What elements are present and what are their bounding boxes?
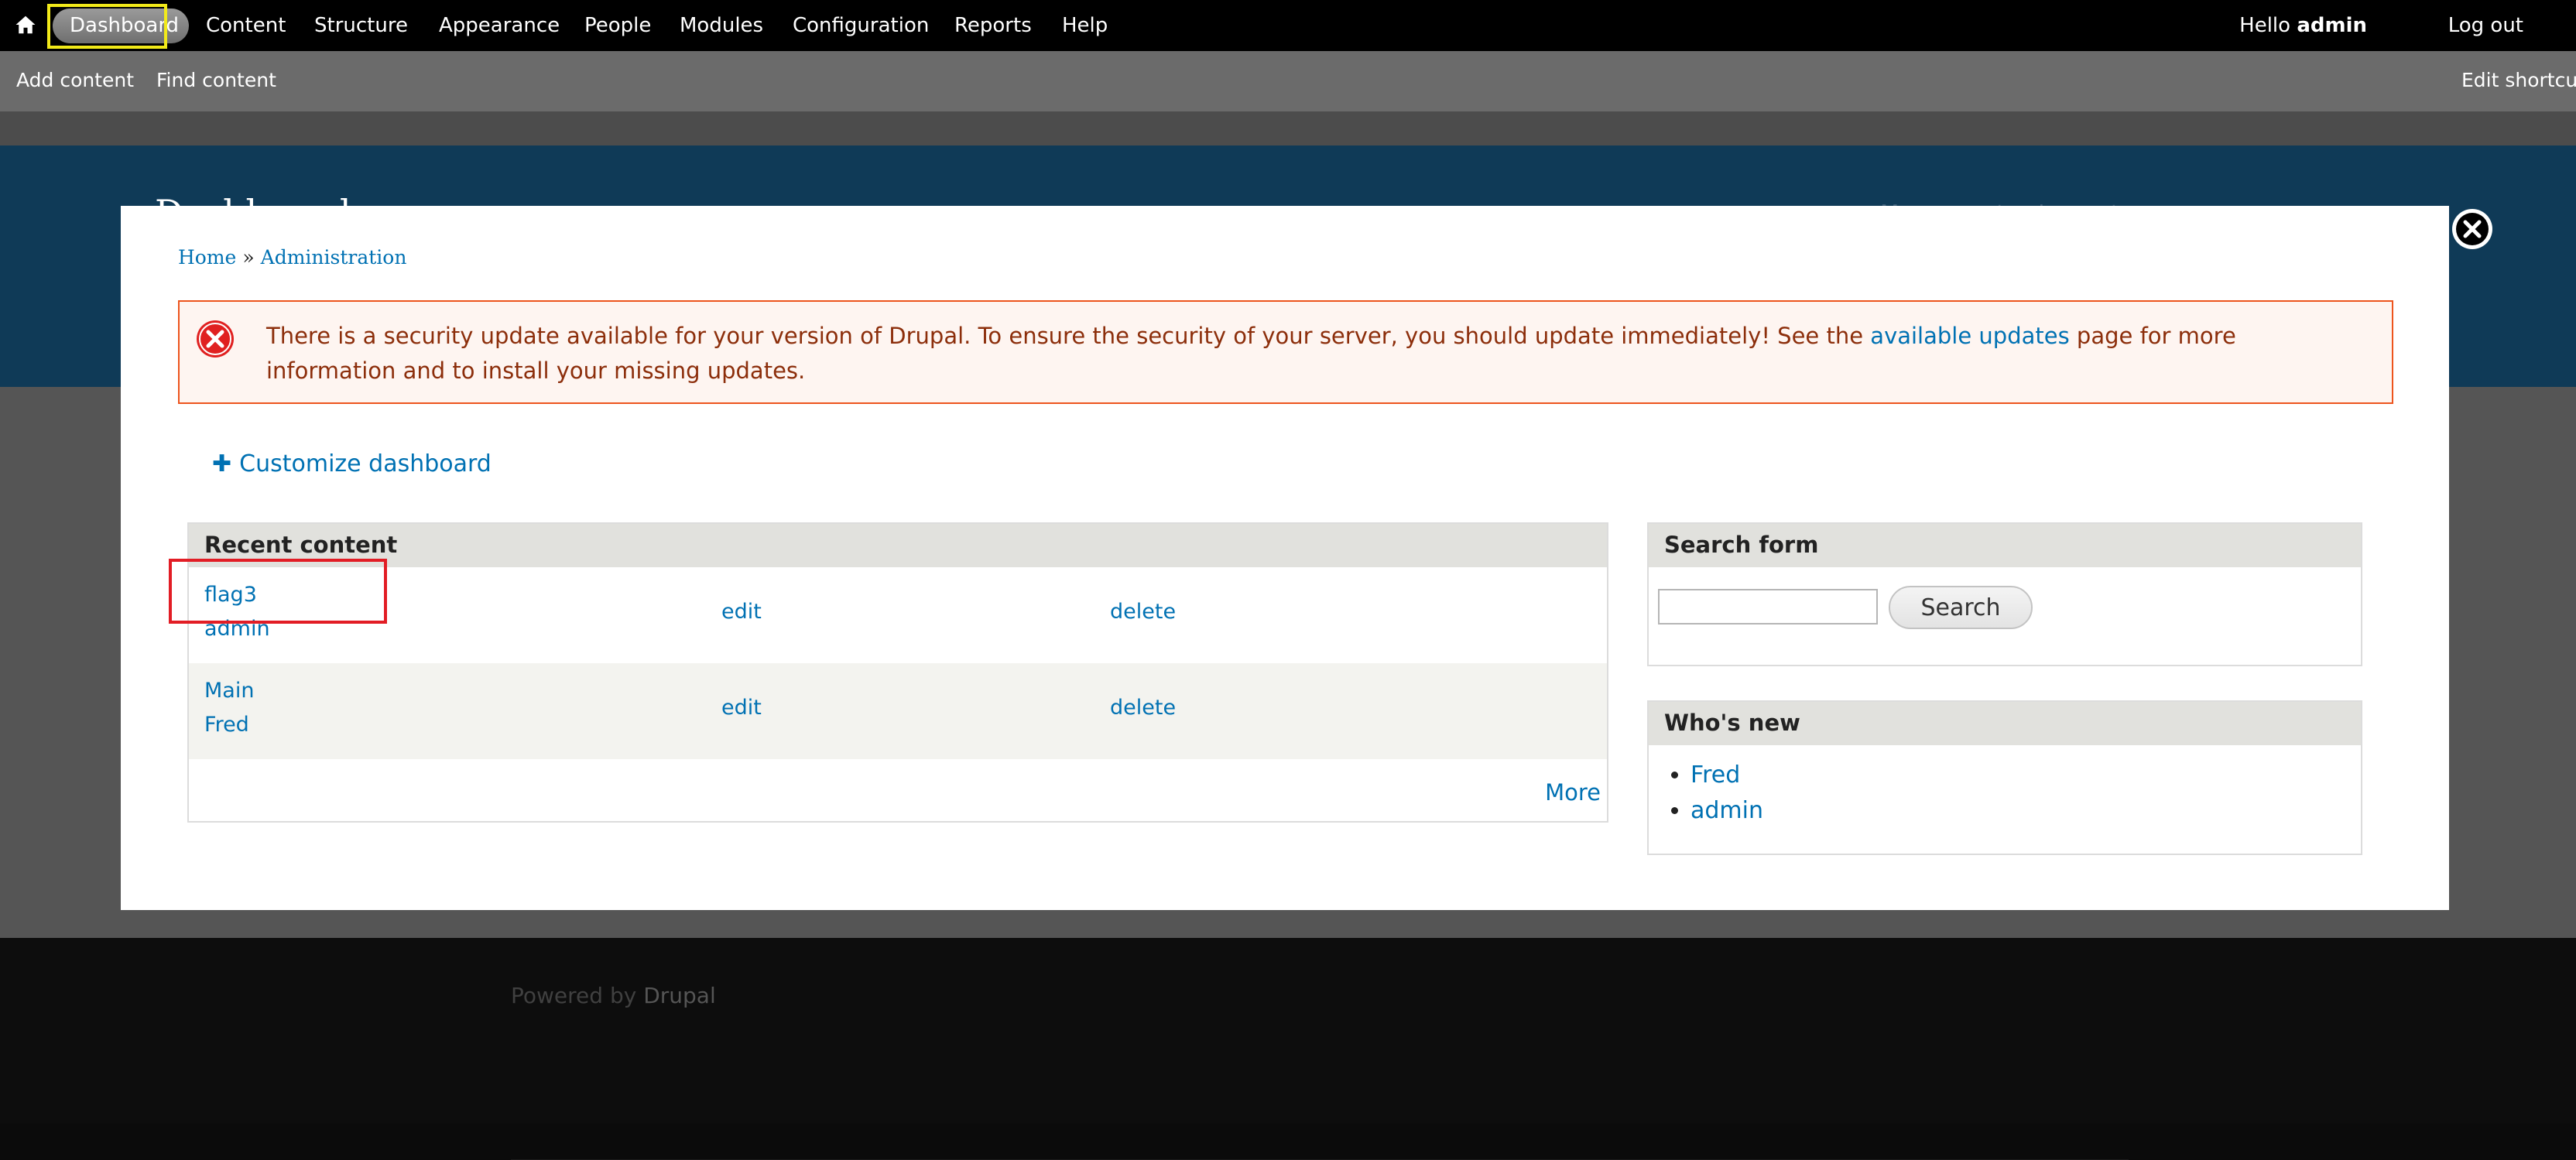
home-icon[interactable] xyxy=(14,13,37,36)
recent-content-block: Recent content flag3 admin edit delete M… xyxy=(187,522,1608,823)
table-row: flag3 admin edit delete xyxy=(189,567,1607,663)
block-title: Who's new xyxy=(1649,702,2361,745)
shortcut-add-content[interactable]: Add content xyxy=(16,69,134,91)
admin-toolbar: Dashboard Content Structure Appearance P… xyxy=(0,0,2576,51)
toolbar-item-appearance[interactable]: Appearance xyxy=(439,14,560,37)
search-button[interactable]: Search xyxy=(1889,586,2033,629)
toolbar-item-content[interactable]: Content xyxy=(206,14,286,37)
search-input[interactable] xyxy=(1658,589,1878,624)
content-author-link[interactable]: Fred xyxy=(204,713,249,737)
close-icon[interactable] xyxy=(2451,207,2494,251)
toolbar-item-reports[interactable]: Reports xyxy=(954,14,1032,37)
toolbar-item-structure[interactable]: Structure xyxy=(314,14,408,37)
edit-link[interactable]: edit xyxy=(721,696,762,720)
block-title: Search form xyxy=(1649,524,2361,567)
breadcrumb-administration[interactable]: Administration xyxy=(261,246,407,269)
delete-link[interactable]: delete xyxy=(1110,696,1176,720)
table-row: Main Fred edit delete xyxy=(189,663,1607,759)
user-link[interactable]: admin xyxy=(1690,797,1763,824)
user-greeting: Hello admin xyxy=(2239,14,2367,37)
customize-dashboard-link[interactable]: ✚ Customize dashboard xyxy=(212,450,492,477)
whos-new-block: Who's new Fred admin xyxy=(1647,700,2362,855)
toolbar-item-help[interactable]: Help xyxy=(1062,14,1108,37)
breadcrumb-home[interactable]: Home xyxy=(178,246,236,269)
page-top-strip xyxy=(0,111,2576,145)
available-updates-link[interactable]: available updates xyxy=(1870,323,2069,349)
content-title-link[interactable]: Main xyxy=(204,679,254,703)
delete-link[interactable]: delete xyxy=(1110,600,1176,624)
page-footer xyxy=(0,938,2576,1160)
user-list: Fred admin xyxy=(1649,758,2361,829)
powered-by: Powered by Drupal xyxy=(511,983,716,1008)
user-link[interactable]: Fred xyxy=(1690,761,1740,789)
highlight-box-red xyxy=(169,559,387,624)
search-form-block: Search form Search xyxy=(1647,522,2362,666)
toolbar-logout-link[interactable]: Log out xyxy=(2448,14,2523,37)
edit-link[interactable]: edit xyxy=(721,600,762,624)
toolbar-item-configuration[interactable]: Configuration xyxy=(793,14,929,37)
error-icon xyxy=(197,320,234,358)
security-alert: There is a security update available for… xyxy=(178,300,2393,404)
shortcut-find-content[interactable]: Find content xyxy=(156,69,276,91)
overlay-dialog: Home» Administration There is a security … xyxy=(121,206,2449,910)
list-item: Fred xyxy=(1690,758,2361,793)
list-item: admin xyxy=(1690,793,2361,829)
breadcrumb: Home» Administration xyxy=(178,246,407,269)
toolbar-item-modules[interactable]: Modules xyxy=(680,14,763,37)
toolbar-item-people[interactable]: People xyxy=(584,14,651,37)
alert-message: There is a security update available for… xyxy=(266,323,2236,384)
block-title: Recent content xyxy=(189,524,1607,567)
edit-shortcuts-link[interactable]: Edit shortcuts xyxy=(2461,69,2576,91)
highlight-box-yellow xyxy=(47,4,167,49)
username-link[interactable]: admin xyxy=(2297,14,2367,37)
more-link[interactable]: More xyxy=(1545,779,1601,806)
shortcuts-bar: Add content Find content Edit shortcuts xyxy=(0,51,2576,111)
plus-icon: ✚ xyxy=(212,450,232,477)
drupal-link[interactable]: Drupal xyxy=(643,983,716,1008)
